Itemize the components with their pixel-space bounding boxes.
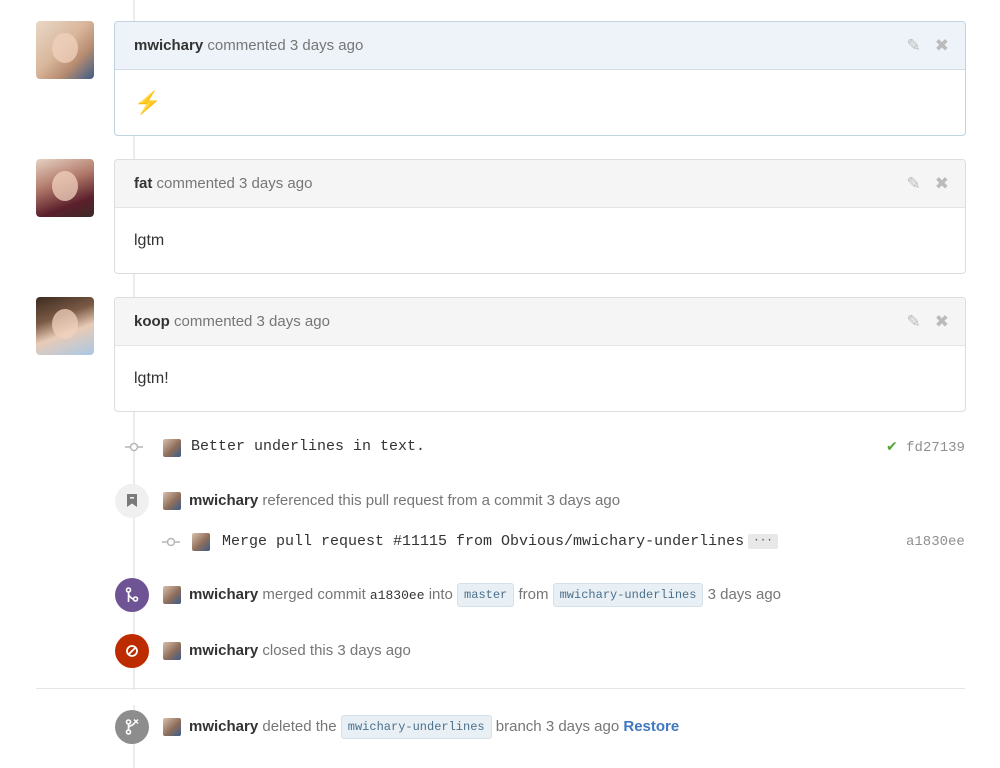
commit-message-link[interactable]: Better underlines in text.	[191, 433, 425, 461]
restore-branch-button[interactable]: Restore	[623, 718, 679, 735]
pencil-icon[interactable]: ✎	[907, 298, 921, 345]
event-text: referenced this pull request from a comm…	[262, 492, 621, 509]
comment-header: fat commented 3 days ago ✎ ✖	[115, 160, 965, 208]
comment: mwichary commented 3 days ago ✎ ✖ ⚡	[114, 21, 966, 136]
avatar[interactable]	[163, 439, 181, 457]
pencil-icon[interactable]: ✎	[907, 22, 921, 69]
avatar[interactable]	[163, 642, 181, 660]
avatar[interactable]	[192, 533, 210, 551]
avatar[interactable]	[36, 21, 94, 79]
comment-body: ⚡	[115, 70, 965, 135]
comment-author[interactable]: fat	[134, 175, 152, 192]
avatar[interactable]	[163, 586, 181, 604]
bookmark-icon	[115, 484, 149, 518]
deleted-branch-label: mwichary-underlines	[340, 715, 492, 739]
commit-sha-link[interactable]: a1830ee	[370, 588, 425, 603]
event-text: into	[428, 586, 453, 603]
avatar[interactable]	[163, 718, 181, 736]
event-text: merged commit	[262, 586, 366, 603]
timeline-event-merged: mwichary merged commit a1830ee into mast…	[115, 578, 966, 614]
timeline-event-referenced: mwichary referenced this pull request fr…	[115, 484, 966, 520]
comment-author[interactable]: mwichary	[134, 37, 203, 54]
avatar[interactable]	[36, 159, 94, 217]
event-text: from	[518, 586, 549, 603]
close-icon[interactable]: ✖	[935, 22, 949, 69]
close-icon[interactable]: ✖	[935, 298, 949, 345]
timeline-event-closed: mwichary closed this 3 days ago	[115, 634, 966, 670]
timeline-divider	[36, 688, 965, 689]
comment: fat commented 3 days ago ✎ ✖ lgtm	[114, 159, 966, 274]
pencil-icon[interactable]: ✎	[907, 160, 921, 207]
event-timestamp[interactable]: 3 days ago	[708, 586, 781, 603]
merge-icon	[115, 578, 149, 612]
avatar[interactable]	[36, 297, 94, 355]
comment-header: koop commented 3 days ago ✎ ✖	[115, 298, 965, 346]
comment-body: lgtm!	[134, 369, 169, 387]
branch-delete-icon	[115, 710, 149, 744]
avatar[interactable]	[163, 492, 181, 510]
closed-icon	[115, 634, 149, 668]
zap-emoji: ⚡	[134, 89, 162, 115]
comment-header: mwichary commented 3 days ago ✎ ✖	[115, 22, 965, 70]
event-text: closed this 3 days ago	[262, 642, 411, 659]
commit-sha-link[interactable]: fd27139	[906, 440, 965, 456]
comment-timestamp[interactable]: commented 3 days ago	[207, 37, 363, 54]
comment-author[interactable]: koop	[134, 313, 170, 330]
comment-timestamp[interactable]: commented 3 days ago	[157, 175, 313, 192]
commit-message-link[interactable]: Merge pull request #11115 from Obvious/m…	[222, 533, 744, 550]
commit-sha-link[interactable]: a1830ee	[906, 528, 965, 556]
event-text: deleted the	[262, 718, 337, 735]
event-author[interactable]: mwichary	[189, 492, 258, 509]
git-commit-icon	[125, 438, 143, 456]
expand-commit-button[interactable]: ···	[748, 534, 778, 549]
timeline-event-branch-deleted: mwichary deleted the mwichary-underlines…	[115, 710, 966, 746]
comment-body: lgtm	[134, 231, 165, 249]
event-author[interactable]: mwichary	[189, 718, 258, 735]
event-author[interactable]: mwichary	[189, 642, 258, 659]
event-author[interactable]: mwichary	[189, 586, 258, 603]
close-icon[interactable]: ✖	[935, 160, 949, 207]
git-commit-icon	[162, 533, 180, 551]
check-icon[interactable]: ✔	[886, 439, 898, 455]
event-text: branch 3 days ago	[495, 718, 620, 735]
comment: koop commented 3 days ago ✎ ✖ lgtm!	[114, 297, 966, 412]
head-branch-label: mwichary-underlines	[552, 583, 704, 607]
comment-timestamp[interactable]: commented 3 days ago	[174, 313, 330, 330]
base-branch-label: master	[457, 583, 515, 607]
